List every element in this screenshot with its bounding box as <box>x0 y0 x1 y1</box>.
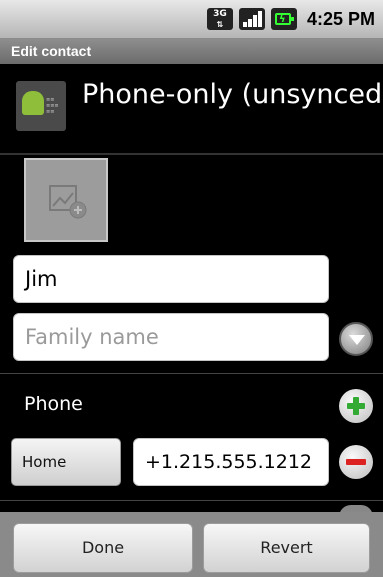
battery-charging-icon: ϟ <box>270 8 297 30</box>
contact-photo-button[interactable] <box>24 158 108 242</box>
done-button[interactable]: Done <box>13 523 193 573</box>
android-account-icon: ≡≡ ≡≡≡ ≡≡ <box>16 81 66 131</box>
page-title: Edit contact <box>0 39 383 64</box>
family-name-input[interactable]: Family name <box>13 313 329 361</box>
clock: 4:25 PM <box>306 8 375 29</box>
account-name: Phone-only (unsynced.. <box>82 79 383 110</box>
phone-number-input[interactable]: +1.215.555.1212 <box>133 438 329 486</box>
section-divider <box>0 373 383 374</box>
given-name-input[interactable]: Jim <box>13 255 329 303</box>
status-icons: 3G ⇅ ϟ 4:25 PM <box>206 7 375 31</box>
signal-strength-icon <box>238 8 265 30</box>
chevron-down-icon <box>349 335 365 345</box>
remove-phone-button[interactable] <box>339 445 373 479</box>
add-phone-button[interactable] <box>339 389 373 423</box>
3g-data-icon: 3G ⇅ <box>206 8 233 30</box>
phone-type-selector[interactable]: Home <box>11 438 121 486</box>
add-photo-icon <box>49 185 87 219</box>
minus-icon <box>346 459 366 465</box>
header-divider <box>0 153 383 155</box>
revert-button[interactable]: Revert <box>203 523 370 573</box>
network-type-label: 3G <box>213 9 227 19</box>
section-divider-2 <box>0 500 383 501</box>
status-bar: 3G ⇅ ϟ 4:25 PM <box>0 0 383 39</box>
phone-section-label: Phone <box>24 393 83 415</box>
expand-name-button[interactable] <box>339 322 373 356</box>
